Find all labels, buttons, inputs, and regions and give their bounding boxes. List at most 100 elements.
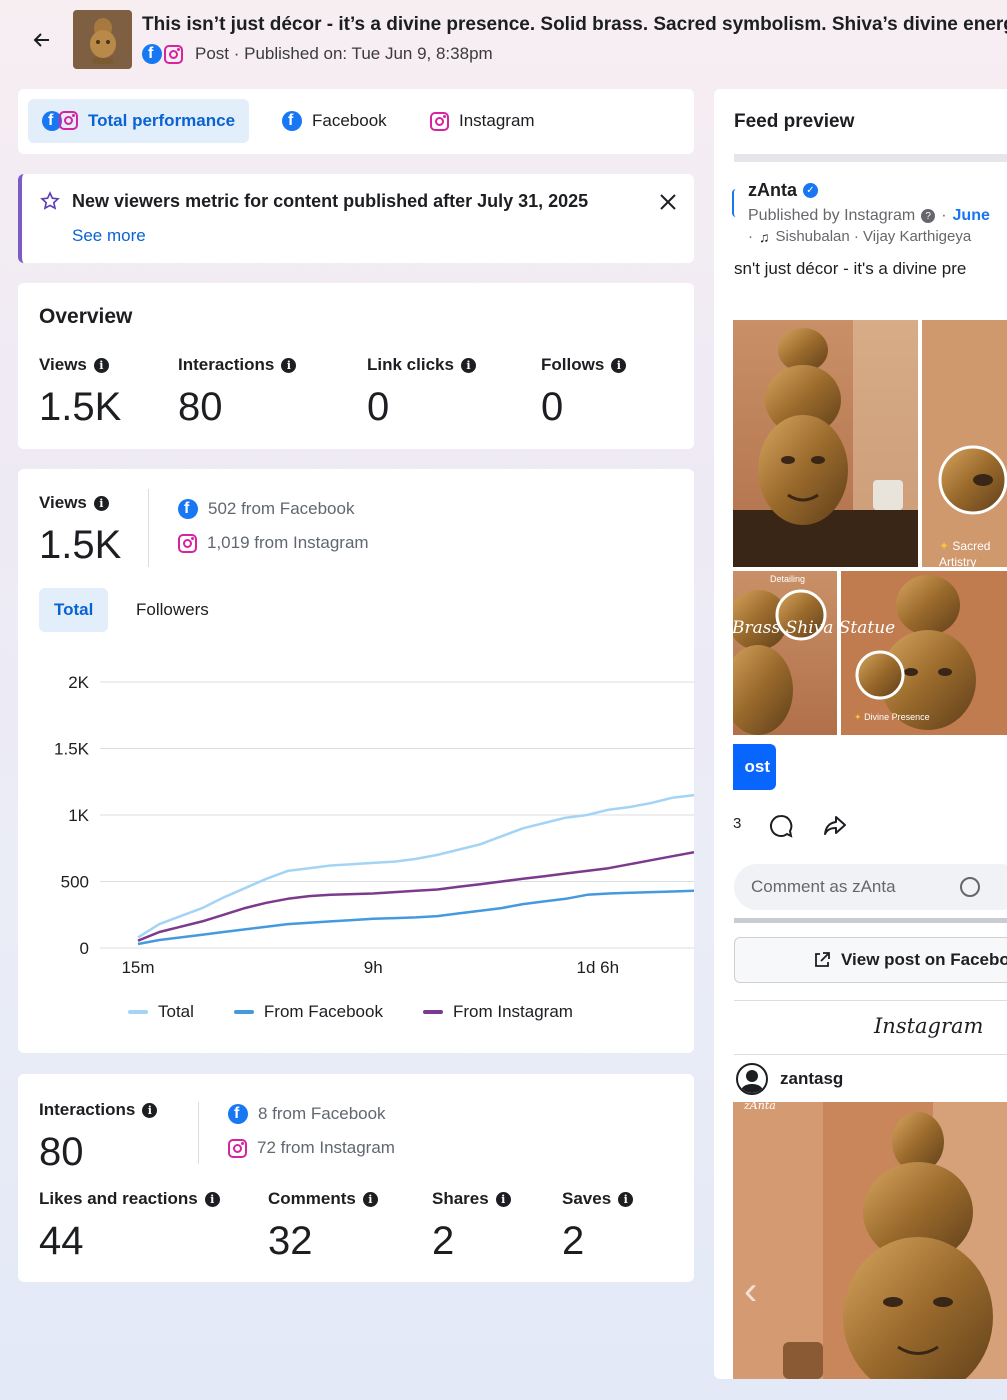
views-summary: Views i 1.5K bbox=[39, 493, 121, 568]
boost-post-button[interactable]: ost bbox=[733, 744, 776, 790]
post-byline: Published by Instagram ? · June bbox=[748, 207, 990, 225]
carousel-prev-icon[interactable]: ‹ bbox=[744, 1269, 757, 1314]
post-title: This isn’t just décor - it’s a divine pr… bbox=[142, 14, 1007, 35]
info-icon[interactable]: i bbox=[281, 357, 297, 373]
post-image-collage bbox=[733, 320, 1007, 735]
post-meta-text: Post · Published on: Tue Jun 9, 8:38pm bbox=[195, 44, 493, 63]
instagram-icon bbox=[430, 111, 449, 131]
music-credit: Sishubalan · Vijay Karthigeya bbox=[775, 228, 972, 245]
legend-swatch bbox=[128, 1010, 148, 1014]
metric-likes: Likes and reactions i 44 bbox=[39, 1189, 220, 1264]
metric-label: Follows bbox=[541, 355, 605, 374]
image-caption-2: ✦ Sacred Artistry bbox=[939, 538, 1007, 570]
facebook-icon bbox=[142, 44, 162, 64]
instagram-icon bbox=[228, 1138, 247, 1158]
tab-total-performance[interactable]: Total performance bbox=[28, 99, 250, 143]
interactions-summary: Interactions i 80 bbox=[39, 1100, 158, 1175]
metric-follows: Follows i 0 bbox=[541, 355, 627, 430]
sparkle-icon: ✦ bbox=[939, 539, 950, 553]
published-by: Published by Instagram bbox=[748, 207, 916, 224]
verified-icon: ✓ bbox=[803, 183, 818, 198]
info-icon[interactable]: i bbox=[93, 495, 109, 511]
metric-value: 44 bbox=[39, 1219, 84, 1263]
facebook-icon bbox=[228, 1104, 248, 1124]
post-caption: sn't just décor - it's a divine pre bbox=[734, 259, 967, 278]
info-icon[interactable]: i bbox=[460, 357, 476, 373]
avatar-edge bbox=[732, 189, 736, 217]
metric-interactions: Interactions i 80 bbox=[178, 355, 297, 430]
info-icon[interactable]: i bbox=[618, 1191, 634, 1207]
page-name[interactable]: zAnta bbox=[748, 180, 797, 201]
series-line-from-instagram[interactable] bbox=[137, 850, 694, 942]
metric-label: Interactions bbox=[178, 355, 275, 374]
views-from-instagram: 1,019 from Instagram bbox=[207, 533, 369, 552]
tab-instagram[interactable]: Instagram bbox=[416, 99, 549, 143]
comment-placeholder: Comment as zAnta bbox=[751, 877, 896, 896]
interactions-from-facebook: 8 from Facebook bbox=[258, 1104, 386, 1123]
close-icon bbox=[660, 194, 676, 210]
post-thumbnail bbox=[73, 10, 132, 69]
metric-label: Comments bbox=[268, 1189, 356, 1208]
info-banner: New viewers metric for content published… bbox=[18, 174, 694, 263]
post-date[interactable]: June bbox=[953, 207, 990, 225]
share-icon[interactable] bbox=[822, 813, 848, 839]
instagram-icon bbox=[164, 44, 183, 64]
sparkle-icon: ✦ bbox=[854, 712, 862, 722]
legend-label: Total bbox=[158, 1002, 194, 1021]
help-icon: ? bbox=[921, 209, 936, 223]
ig-username[interactable]: zantasg bbox=[780, 1069, 843, 1089]
tab-facebook[interactable]: Facebook bbox=[268, 99, 401, 143]
interactions-sources: 8 from Facebook 72 from Instagram bbox=[228, 1104, 395, 1158]
overview-title: Overview bbox=[39, 305, 133, 328]
interactions-label: Interactions bbox=[39, 1100, 136, 1119]
x-tick-label: 9h bbox=[364, 958, 383, 977]
close-button[interactable] bbox=[654, 188, 682, 216]
feed-preview-panel: Feed preview zAnta ✓ Published by Instag… bbox=[714, 89, 1007, 1379]
views-card: Viewsi 1.5K 502 from Facebook 1,019 from… bbox=[18, 469, 694, 1053]
y-tick-label: 2K bbox=[68, 673, 89, 692]
divider bbox=[734, 1000, 1007, 1001]
emoji-icon[interactable] bbox=[960, 877, 980, 897]
views-from-facebook: 502 from Facebook bbox=[208, 499, 355, 518]
back-button[interactable] bbox=[28, 26, 56, 54]
metric-label: Shares bbox=[432, 1189, 489, 1208]
instagram-logo: Instagram bbox=[874, 1014, 984, 1038]
info-icon[interactable]: i bbox=[611, 357, 627, 373]
divider bbox=[734, 1054, 1007, 1055]
info-icon[interactable]: i bbox=[204, 1191, 220, 1207]
interactions-card: Interactions i 80 8 from Facebook 72 from… bbox=[18, 1074, 694, 1282]
performance-tabs: Total performance Facebook Instagram bbox=[18, 89, 694, 154]
metric-value: 2 bbox=[432, 1219, 455, 1263]
info-icon[interactable]: i bbox=[362, 1191, 378, 1207]
music-note-icon: ♫ bbox=[759, 228, 770, 245]
views-label: Views bbox=[39, 493, 87, 512]
ig-post-image bbox=[733, 1102, 1007, 1379]
legend-label: From Facebook bbox=[263, 1002, 383, 1021]
interactions-value: 80 bbox=[39, 1130, 84, 1174]
tab-label: Instagram bbox=[459, 111, 535, 130]
arrow-left-icon bbox=[33, 33, 49, 47]
legend-instagram: From Instagram bbox=[422, 1002, 573, 1022]
toggle-total[interactable]: Total bbox=[39, 588, 109, 632]
info-icon[interactable]: i bbox=[93, 357, 109, 373]
metric-label: Views bbox=[39, 355, 87, 374]
metric-comments: Comments i 32 bbox=[268, 1189, 378, 1264]
scrollbar[interactable] bbox=[734, 918, 1007, 923]
view-post-on-facebook-button[interactable]: View post on Facebo bbox=[734, 937, 1007, 983]
post-meta: Post · Published on: Tue Jun 9, 8:38pm bbox=[142, 44, 493, 64]
metric-views: Views i 1.5K bbox=[39, 355, 121, 430]
feed-preview-title: Feed preview bbox=[734, 111, 855, 132]
ig-brand-mark: zAnta bbox=[744, 1099, 776, 1112]
music-row: · ♫ Sishubalan · Vijay Karthigeya bbox=[748, 228, 972, 245]
info-icon[interactable]: i bbox=[495, 1191, 511, 1207]
interactions-from-instagram: 72 from Instagram bbox=[257, 1138, 395, 1157]
toggle-followers[interactable]: Followers bbox=[121, 588, 224, 632]
x-tick-label: 15m bbox=[121, 958, 154, 977]
divider bbox=[148, 489, 149, 567]
see-more-link[interactable]: See more bbox=[72, 226, 146, 246]
legend-label: From Instagram bbox=[452, 1002, 573, 1021]
comment-icon[interactable] bbox=[768, 813, 794, 839]
y-tick-label: 500 bbox=[61, 873, 89, 892]
info-icon[interactable]: i bbox=[142, 1102, 158, 1118]
ig-avatar[interactable] bbox=[736, 1063, 768, 1095]
